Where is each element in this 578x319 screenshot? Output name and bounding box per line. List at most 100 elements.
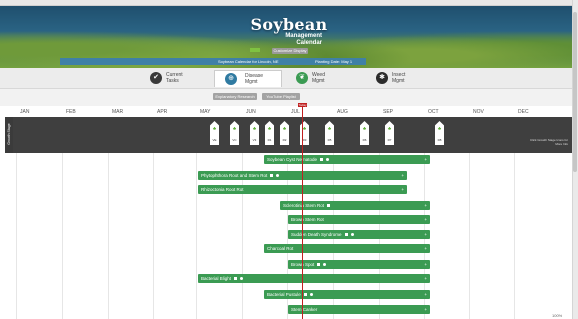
expand-plus-icon[interactable]: +: [424, 260, 427, 269]
tab-weed-mgmt[interactable]: ❦ Weed Mgmt: [292, 70, 346, 86]
disease-bar-label: Brown Stem Rot: [291, 215, 324, 224]
tab-label: Disease Mgmt: [245, 73, 264, 85]
disease-bar-label: Rhizoctonia Root Rot: [201, 185, 244, 194]
disease-bar[interactable]: Bacterial Pustule +: [264, 290, 430, 299]
disease-name: Sudden Death Syndrome: [291, 232, 342, 237]
disease-bar[interactable]: Soybean Cyst Nematode +: [264, 155, 430, 164]
plant-icon: ♣: [252, 126, 257, 132]
expand-plus-icon[interactable]: +: [401, 171, 404, 180]
info-icon[interactable]: [276, 174, 280, 178]
expand-plus-icon[interactable]: +: [424, 215, 427, 224]
main-tabs: ✔ Current Tasks ⊕ Disease Mgmt ❦ Weed Mgmt …: [0, 68, 578, 89]
expand-plus-icon[interactable]: +: [424, 230, 427, 239]
month-label: MAY: [200, 109, 211, 115]
month-label: DEC: [518, 109, 529, 115]
info-icon[interactable]: [240, 277, 244, 281]
info-icon[interactable]: [326, 158, 330, 162]
expand-plus-icon[interactable]: +: [401, 185, 404, 194]
month-label: JAN: [20, 109, 30, 115]
disease-bar[interactable]: Brown Stem Rot +: [288, 215, 430, 224]
planting-date[interactable]: Planting Date: May 1: [315, 58, 352, 65]
disease-bar[interactable]: Stem Canker +: [288, 305, 430, 314]
document-icon[interactable]: [344, 233, 348, 237]
document-icon[interactable]: [270, 174, 274, 178]
disease-bar-label: Charcoal Rot: [267, 244, 293, 253]
explanatory-research-button[interactable]: Explanatory Research: [213, 93, 257, 100]
youtube-playlist-button[interactable]: YouTube Playlist: [262, 93, 300, 100]
plant-icon: ♣: [212, 126, 217, 132]
growth-stage-icon[interactable]: ♣ R1: [265, 121, 274, 145]
month-label: JUN: [246, 109, 256, 115]
check-icon: ✔: [150, 72, 162, 84]
growth-stage-code: R8: [437, 138, 442, 142]
month-label: OCT: [428, 109, 439, 115]
plant-icon: ♣: [437, 126, 442, 132]
expand-plus-icon[interactable]: +: [424, 274, 427, 283]
logo-accent-bar: [250, 48, 260, 52]
growth-stage-icon[interactable]: ♣ V3: [250, 121, 259, 145]
logo-title: Soybean: [250, 15, 328, 34]
growth-stage-icon[interactable]: ♣ VE: [210, 121, 219, 145]
document-icon[interactable]: [327, 204, 331, 208]
growth-stage-icon[interactable]: ♣ R5: [325, 121, 334, 145]
disease-bar[interactable]: Charcoal Rot +: [264, 244, 430, 253]
tab-insect-mgmt[interactable]: ✱ Insect Mgmt: [372, 70, 426, 86]
growth-stage-hint: Click Growth Stage Icons for More Info: [530, 138, 569, 146]
growth-stage-code: R5: [327, 138, 332, 142]
logo-subtitle-2: Calendar: [296, 40, 322, 46]
expand-plus-icon[interactable]: +: [424, 305, 427, 314]
disease-bar[interactable]: Brown Spot +: [288, 260, 430, 269]
document-icon[interactable]: [320, 158, 324, 162]
disease-bar-label: Phytophthora Root and Stem Rot: [201, 171, 280, 180]
disease-bar-label: Stem Canker: [291, 305, 317, 314]
plant-icon: ♣: [267, 126, 272, 132]
expand-plus-icon[interactable]: +: [424, 244, 427, 253]
customize-display-button[interactable]: Customize Display: [272, 48, 308, 54]
tab-label: Weed Mgmt: [312, 72, 325, 84]
document-icon[interactable]: [234, 277, 238, 281]
growth-stage-icon[interactable]: ♣ R8: [435, 121, 444, 145]
disease-name: Brown Stem Rot: [291, 217, 324, 222]
plant-icon: ♣: [362, 126, 367, 132]
month-label: MAR: [112, 109, 124, 115]
tab-label: Current Tasks: [166, 72, 183, 84]
growth-stage-code: VE: [212, 138, 217, 142]
bug-icon: ✱: [376, 72, 388, 84]
info-icon[interactable]: [309, 293, 313, 297]
tab-current-tasks[interactable]: ✔ Current Tasks: [146, 70, 200, 86]
disease-name: Sclerotinia Stem Rot: [283, 203, 325, 208]
document-icon[interactable]: [303, 293, 307, 297]
app-logo: Soybean Management Calendar: [250, 16, 328, 52]
growth-stage-code: VC: [232, 138, 237, 142]
zoom-level: 100%: [552, 313, 563, 318]
calendar-location: Soybean Calendar for Lincoln, NE: [218, 59, 279, 64]
tab-disease-mgmt[interactable]: ⊕ Disease Mgmt: [214, 70, 282, 87]
growth-stage-code: V3: [252, 138, 257, 142]
document-icon[interactable]: [317, 263, 321, 267]
info-icon[interactable]: [350, 233, 354, 237]
disease-name: Phytophthora Root and Stem Rot: [201, 173, 268, 178]
growth-stage-icon[interactable]: ♣ VC: [230, 121, 239, 145]
info-icon[interactable]: [323, 263, 327, 267]
growth-stage-code: R6: [362, 138, 367, 142]
growth-stage-icon[interactable]: ♣ R7: [385, 121, 394, 145]
growth-stage-icon[interactable]: ♣ R2: [280, 121, 289, 145]
target-icon: ⊕: [225, 73, 237, 85]
today-marker-label: Today: [298, 103, 307, 107]
expand-plus-icon[interactable]: +: [424, 201, 427, 210]
expand-plus-icon[interactable]: +: [424, 290, 427, 299]
disease-bar-label: Sclerotinia Stem Rot: [283, 201, 331, 210]
today-marker-line: [302, 103, 303, 319]
disease-name: Soybean Cyst Nematode: [267, 157, 318, 162]
disease-bar[interactable]: Sudden Death Syndrome +: [288, 230, 430, 239]
scrollbar-thumb[interactable]: [573, 12, 577, 172]
expand-plus-icon[interactable]: +: [424, 155, 427, 164]
growth-stage-code: R2: [282, 138, 287, 142]
growth-stage-label: Growth Stage: [5, 117, 13, 153]
disease-bar[interactable]: Bacterial Blight +: [198, 274, 430, 283]
disease-bar-label: Bacterial Blight: [201, 274, 244, 283]
month-label: AUG: [337, 109, 348, 115]
growth-stage-row: [13, 117, 572, 153]
growth-stage-icon[interactable]: ♣ R6: [360, 121, 369, 145]
plant-icon: ♣: [327, 126, 332, 132]
